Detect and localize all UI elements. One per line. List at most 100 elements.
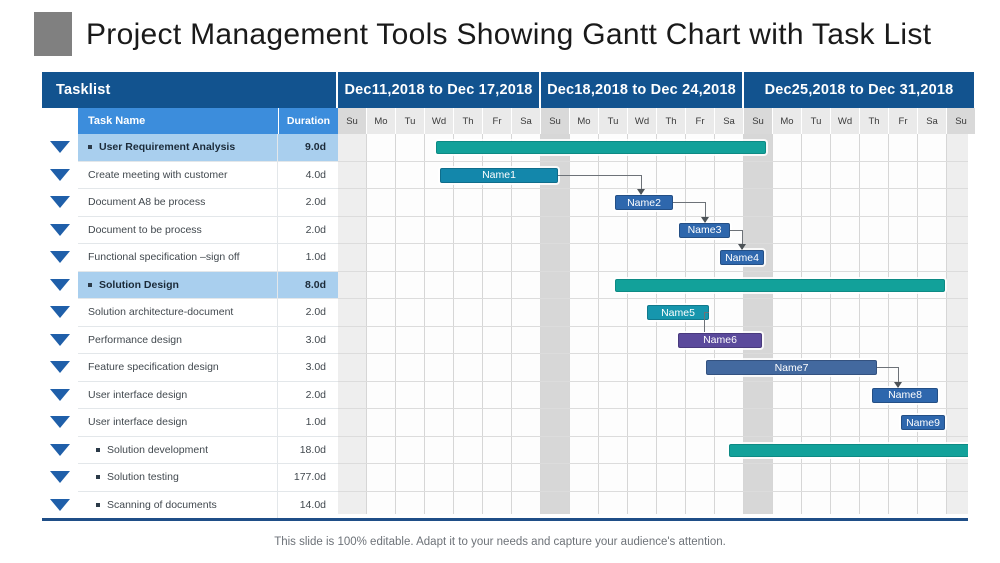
table-row[interactable]: Solution architecture-document 2.0d [42,299,968,328]
table-subheader-row: Task Name Duration Su Mo Tu Wd Th Fr Sa Su Mo Tu W… [42,108,976,134]
task-duration-cell: 2.0d [278,217,338,244]
task-name-cell[interactable]: User interface design [78,409,278,437]
task-duration-cell: 3.0d [278,354,338,382]
task-name-cell[interactable]: Solution architecture-document [78,299,278,327]
task-name-cell[interactable]: Performance design [78,326,278,354]
task-name-cell[interactable]: Document A8 be process [78,189,278,217]
task-name-label: Create meeting with customer [88,168,228,181]
table-row[interactable]: Performance design 3.0d [42,326,968,355]
chevron-down-icon[interactable] [50,251,70,263]
column-header-task-name[interactable]: Task Name [78,108,278,134]
bullet-icon [96,447,100,452]
day-header-8: Mo [570,108,599,134]
expander-cell[interactable] [42,216,78,245]
expander-cell[interactable] [42,134,78,163]
task-name-label: Feature specification design [88,361,219,374]
day-header-2: Tu [396,108,425,134]
day-header-14: Su [744,108,773,134]
task-name-cell[interactable]: Functional specification –sign off [78,244,278,272]
task-name-label: Document to be process [88,223,202,236]
task-name-label: Solution Design [99,278,179,291]
day-header-16: Tu [802,108,831,134]
table-row[interactable]: User interface design 1.0d [42,409,968,438]
day-header-15: Mo [773,108,802,134]
slide-canvas: Project Management Tools Showing Gantt C… [0,0,1000,563]
day-header-1: Mo [367,108,396,134]
task-name-cell[interactable]: Solution development [78,436,278,464]
day-header-0: Su [338,108,367,134]
chevron-down-icon[interactable] [50,196,70,208]
bullet-icon [88,145,92,150]
table-row[interactable]: Scanning of documents 14.0d [42,491,968,520]
chevron-down-icon[interactable] [50,278,70,291]
table-row[interactable]: Create meeting with customer 4.0d [42,161,968,190]
table-row[interactable]: Solution development 18.0d [42,436,968,465]
task-name-cell[interactable]: Scanning of documents [78,491,278,519]
task-name-label: Functional specification –sign off [88,251,240,264]
table-row[interactable]: Feature specification design 3.0d [42,354,968,383]
expander-cell[interactable] [42,354,78,383]
task-duration-cell: 4.0d [278,162,338,189]
task-name-label: Performance design [88,333,182,346]
chevron-down-icon[interactable] [50,443,70,456]
expander-cell[interactable] [42,299,78,328]
task-duration-cell: 14.0d [278,492,338,519]
table-row[interactable]: Document to be process 2.0d [42,216,968,245]
task-name-label: User Requirement Analysis [99,141,236,154]
task-name-cell[interactable]: User Requirement Analysis [78,134,278,162]
chevron-down-icon[interactable] [50,416,70,428]
week-header-1: Dec11,2018 to Dec 17,2018 [338,72,541,108]
task-name-label: Document A8 be process [88,196,206,209]
task-name-cell[interactable]: Solution Design [78,271,278,299]
chevron-down-icon[interactable] [50,388,70,401]
task-duration-cell: 177.0d [278,464,338,492]
day-header-9: Tu [599,108,628,134]
task-duration-cell: 2.0d [278,189,338,217]
task-duration-cell: 2.0d [278,382,338,409]
expander-cell[interactable] [42,271,78,300]
task-duration-cell: 1.0d [278,409,338,437]
expander-cell[interactable] [42,491,78,520]
task-name-cell[interactable]: Create meeting with customer [78,161,278,189]
expander-cell[interactable] [42,464,78,493]
task-name-cell[interactable]: Feature specification design [78,354,278,382]
bullet-icon [88,282,92,287]
expander-cell[interactable] [42,244,78,273]
title-block: Project Management Tools Showing Gantt C… [34,12,974,60]
expander-cell[interactable] [42,161,78,190]
column-header-duration[interactable]: Duration [278,108,338,134]
footer-note: This slide is 100% editable. Adapt it to… [274,536,726,548]
task-duration-cell: 2.0d [278,299,338,327]
chevron-down-icon[interactable] [50,141,70,153]
chevron-down-icon[interactable] [50,223,70,236]
table-row[interactable]: Document A8 be process 2.0d [42,189,968,218]
table-row[interactable]: User interface design 2.0d [42,381,968,410]
table-row[interactable]: Solution testing 177.0d [42,464,968,493]
table-row[interactable]: User Requirement Analysis 9.0d [42,134,968,163]
day-header-10: Wd [628,108,657,134]
task-name-cell[interactable]: Document to be process [78,216,278,244]
expander-cell[interactable] [42,189,78,218]
expander-cell[interactable] [42,436,78,465]
expander-column-header [42,108,78,134]
chevron-down-icon[interactable] [50,306,70,318]
expander-cell[interactable] [42,326,78,355]
chevron-down-icon[interactable] [50,361,70,373]
expander-cell[interactable] [42,381,78,410]
chevron-down-icon[interactable] [50,168,70,181]
chevron-down-icon[interactable] [50,333,70,346]
title-decoration-swatch [34,12,72,56]
day-header-17: Wd [831,108,860,134]
bottom-rule [42,518,968,521]
task-duration-cell: 8.0d [278,271,338,299]
task-name-cell[interactable]: User interface design [78,381,278,409]
chevron-down-icon[interactable] [50,471,70,483]
task-name-label: Scanning of documents [107,498,217,511]
expander-cell[interactable] [42,409,78,438]
table-row[interactable]: Solution Design 8.0d [42,271,968,300]
task-name-label: User interface design [88,388,188,401]
day-header-19: Fr [889,108,918,134]
chevron-down-icon[interactable] [50,498,70,511]
task-name-cell[interactable]: Solution testing [78,464,278,492]
table-row[interactable]: Functional specification –sign off 1.0d [42,244,968,273]
